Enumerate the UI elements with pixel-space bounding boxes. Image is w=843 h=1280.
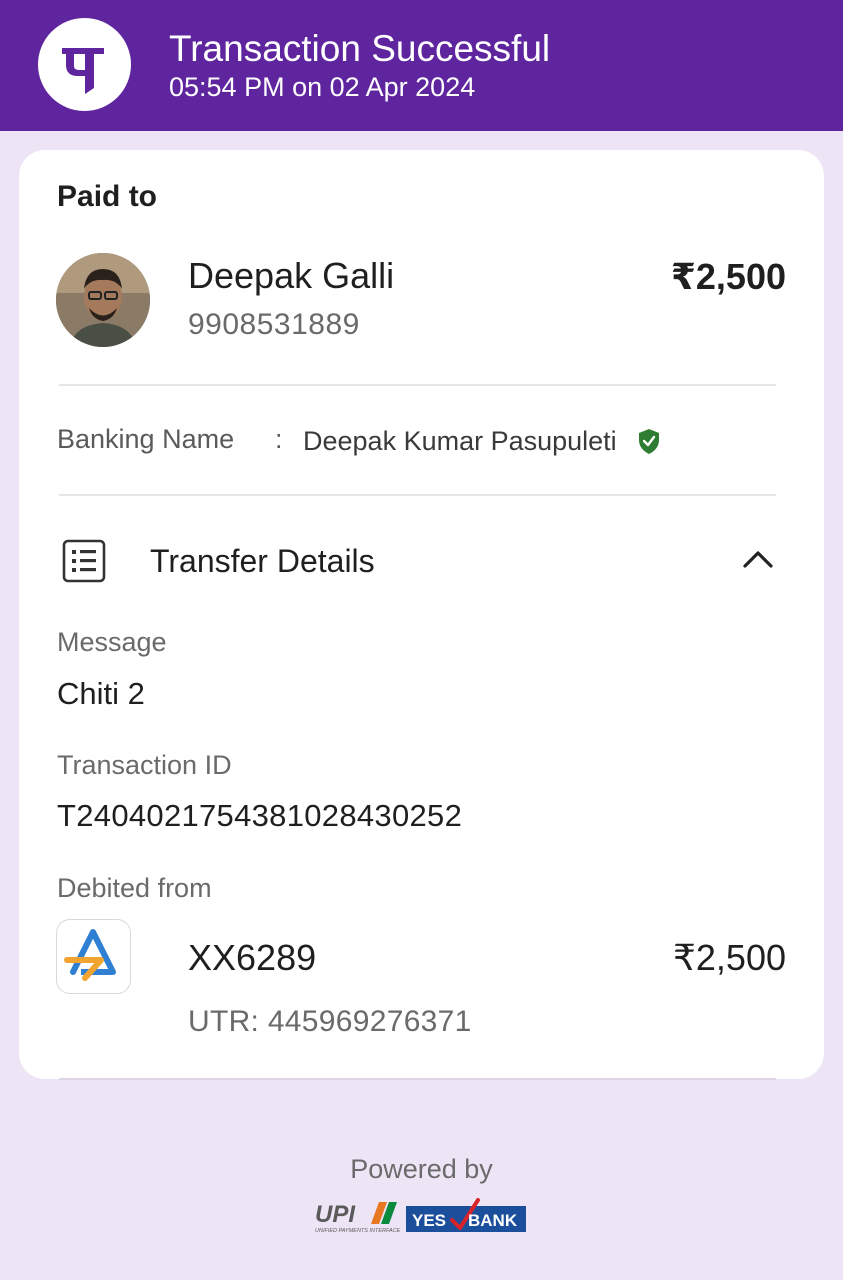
divider bbox=[59, 384, 776, 386]
banking-name-value: Deepak Kumar Pasupuleti bbox=[303, 426, 617, 456]
paid-to-label: Paid to bbox=[57, 180, 158, 213]
utr-number[interactable]: UTR: 445969276371 bbox=[188, 1005, 472, 1039]
transfer-details-title[interactable]: Transfer Details bbox=[150, 543, 375, 580]
message-label: Message bbox=[57, 627, 167, 657]
header-bar: Transaction Successful 05:54 PM on 02 Ap… bbox=[0, 0, 843, 131]
payee-avatar bbox=[56, 253, 150, 347]
yes-bank-logo: YES BANK bbox=[406, 1198, 528, 1239]
debited-amount: ₹2,500 bbox=[673, 937, 786, 978]
transaction-card: Paid to Deepak Galli 9908531889 ₹2,500 B… bbox=[19, 150, 824, 1079]
upi-logo: UPI UNIFIED PAYMENTS INTERFACE bbox=[313, 1198, 403, 1241]
chevron-up-icon[interactable] bbox=[741, 547, 775, 576]
upi-logo-text: UPI bbox=[315, 1201, 356, 1228]
receipt-list-icon bbox=[61, 538, 107, 589]
debited-from-label: Debited from bbox=[57, 873, 212, 903]
divider bbox=[59, 494, 776, 496]
divider bbox=[59, 1078, 776, 1080]
debited-account: XX6289 bbox=[188, 937, 317, 978]
yes-logo-text: YES bbox=[412, 1211, 446, 1230]
transaction-id-label: Transaction ID bbox=[57, 750, 232, 780]
transaction-id-value[interactable]: T2404021754381028430252 bbox=[57, 798, 462, 834]
message-value: Chiti 2 bbox=[57, 676, 145, 711]
paid-amount: ₹2,500 bbox=[670, 256, 786, 297]
transaction-timestamp: 05:54 PM on 02 Apr 2024 bbox=[169, 72, 476, 102]
banking-name-separator: : bbox=[275, 424, 283, 454]
payee-name: Deepak Galli bbox=[188, 255, 395, 296]
payee-phone: 9908531889 bbox=[188, 308, 360, 341]
bank-logo-text: BANK bbox=[468, 1211, 518, 1230]
phonepe-logo-icon bbox=[38, 18, 131, 111]
powered-by-label: Powered by bbox=[350, 1154, 493, 1184]
status-title: Transaction Successful bbox=[169, 28, 551, 69]
verified-shield-icon bbox=[637, 428, 661, 460]
banking-name-label: Banking Name bbox=[57, 424, 235, 454]
upi-tagline: UNIFIED PAYMENTS INTERFACE bbox=[315, 1228, 401, 1234]
sbi-bank-icon bbox=[56, 919, 131, 994]
